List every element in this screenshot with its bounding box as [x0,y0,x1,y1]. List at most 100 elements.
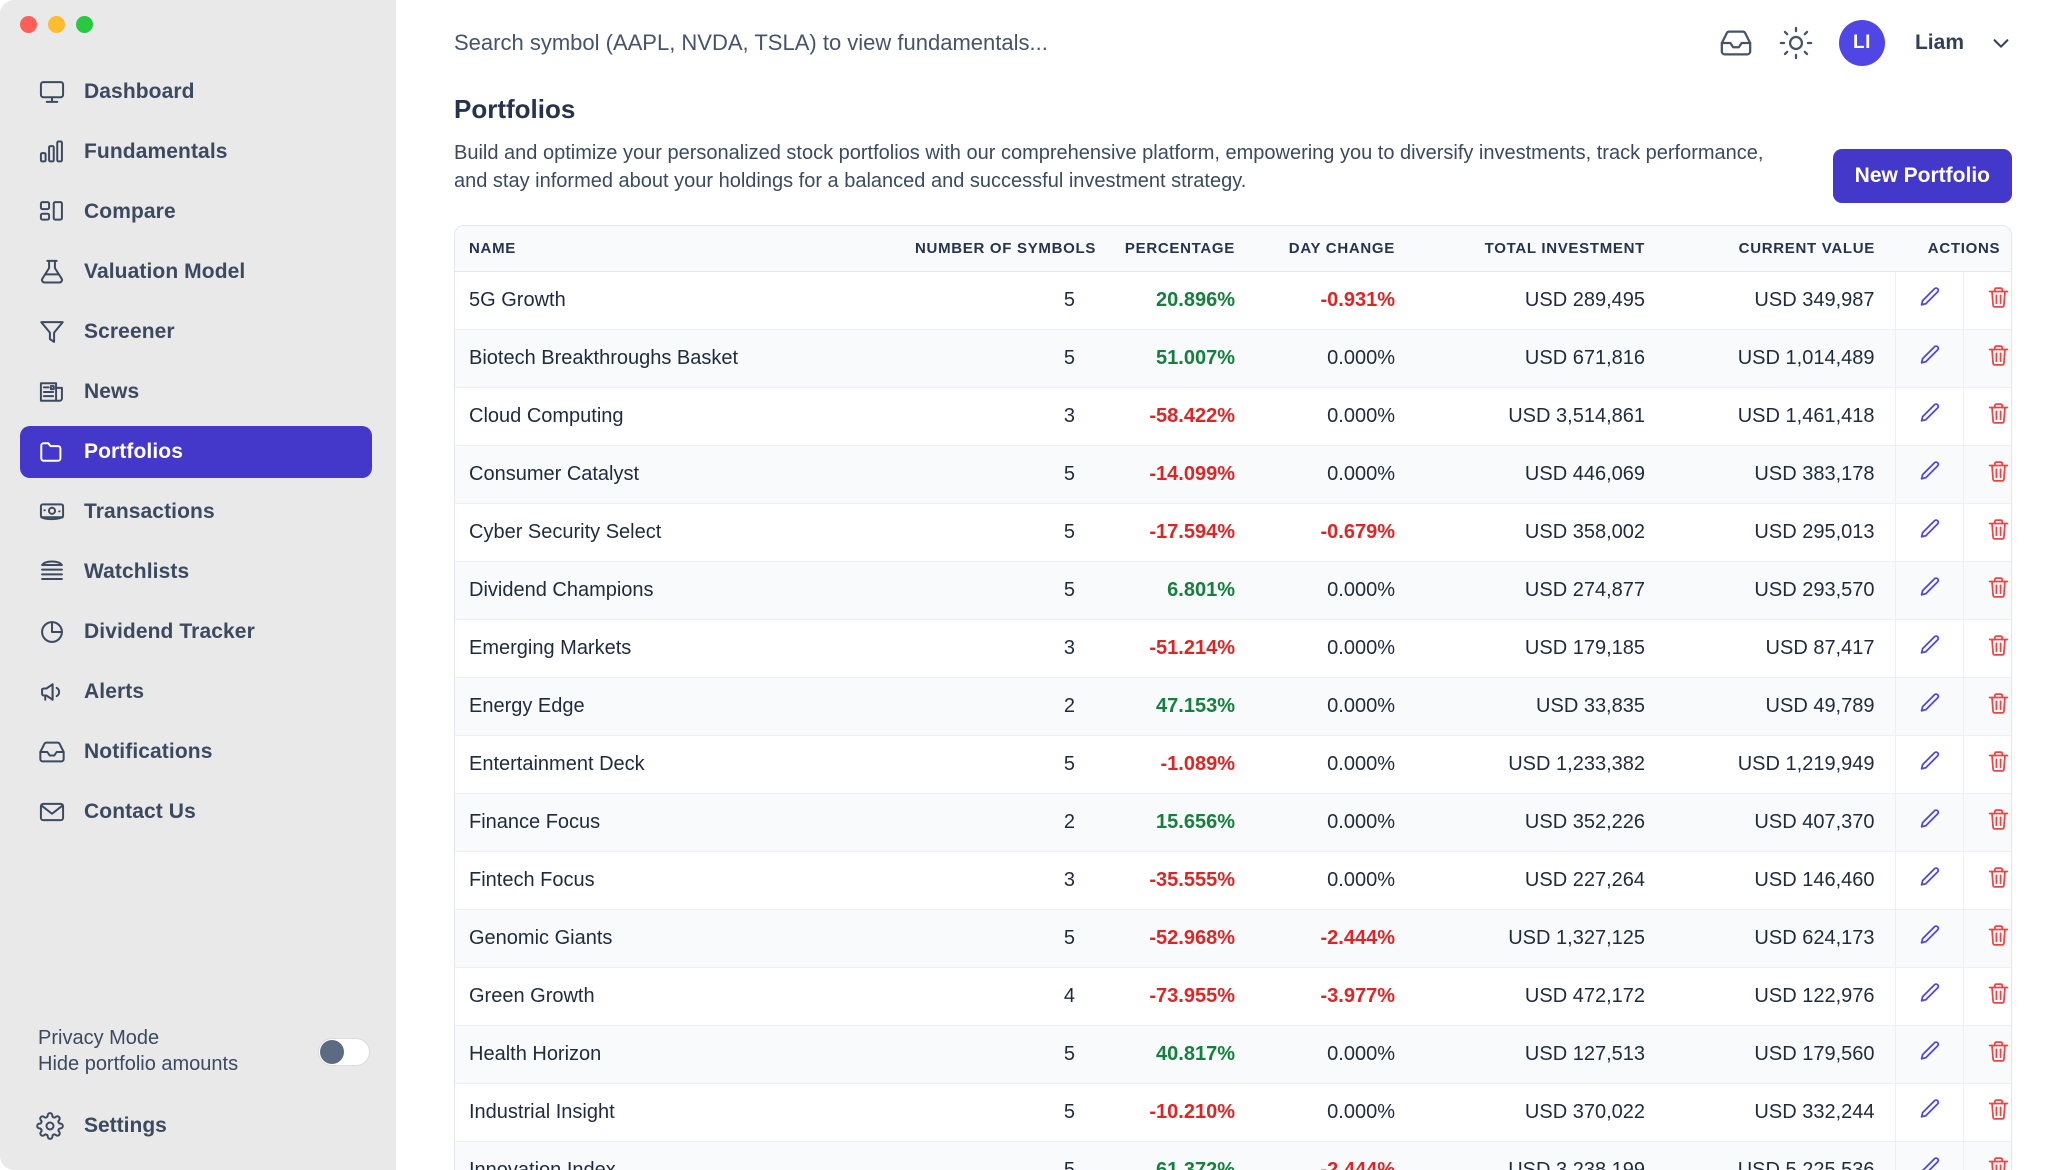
pencil-icon[interactable] [1917,807,1942,832]
portfolio-name-link[interactable]: 5G Growth [455,271,915,330]
sidebar-item-alerts[interactable]: Alerts [20,666,372,718]
sidebar-item-contact-us[interactable]: Contact Us [20,786,372,838]
chevron-down-icon[interactable] [1990,32,2012,54]
pencil-icon[interactable] [1917,575,1942,600]
trash-icon[interactable] [1986,633,2011,658]
pencil-icon[interactable] [1917,401,1942,426]
trash-icon[interactable] [1986,575,2011,600]
pencil-icon[interactable] [1917,691,1942,716]
cell-delete-action [1962,1025,2011,1084]
pencil-icon[interactable] [1917,285,1942,310]
pencil-icon[interactable] [1917,1155,1942,1170]
portfolio-name-link[interactable]: Green Growth [455,967,915,1026]
close-window-button[interactable] [20,16,37,33]
sidebar-item-dashboard[interactable]: Dashboard [20,66,372,118]
pencil-icon[interactable] [1917,1039,1942,1064]
trash-icon[interactable] [1986,691,2011,716]
sidebar-item-fundamentals[interactable]: Fundamentals [20,126,372,178]
trash-icon[interactable] [1986,401,2011,426]
column-header-day-change[interactable]: DAY CHANGE [1255,226,1415,272]
trash-icon[interactable] [1986,749,2011,774]
cell-percentage: -52.968% [1095,909,1255,968]
sidebar-item-label: Fundamentals [84,140,228,163]
trash-icon[interactable] [1986,981,2011,1006]
inbox-icon[interactable] [1719,26,1753,60]
zoom-window-button[interactable] [76,16,93,33]
cell-day-change: 0.000% [1255,1025,1415,1084]
pencil-icon[interactable] [1917,459,1942,484]
cell-current-value: USD 1,014,489 [1665,329,1895,388]
sidebar-item-watchlists[interactable]: Watchlists [20,546,372,598]
portfolio-name-link[interactable]: Finance Focus [455,793,915,852]
pencil-icon[interactable] [1917,633,1942,658]
portfolio-name-link[interactable]: Emerging Markets [455,619,915,678]
sidebar: Dashboard Fundamentals Compare Valuation Mo… [0,0,396,1170]
trash-icon[interactable] [1986,459,2011,484]
sidebar-item-settings[interactable]: Settings [36,1112,370,1140]
trash-icon[interactable] [1986,807,2011,832]
trash-icon[interactable] [1986,343,2011,368]
trash-icon[interactable] [1986,285,2011,310]
sidebar-item-news[interactable]: News [20,366,372,418]
compare-blocks-icon [38,198,66,226]
cell-number-of-symbols: 5 [915,329,1095,388]
main-area: LI Liam Portfolios Build and optimize yo… [396,0,2048,1170]
pencil-icon[interactable] [1917,865,1942,890]
portfolio-name-link[interactable]: Health Horizon [455,1025,915,1084]
minimize-window-button[interactable] [48,16,65,33]
cell-total-investment: USD 352,226 [1415,793,1665,852]
portfolio-name-link[interactable]: Entertainment Deck [455,735,915,794]
column-header-percentage[interactable]: PERCENTAGE [1095,226,1255,272]
trash-icon[interactable] [1986,865,2011,890]
table-row: Industrial Insight 5 -10.210% 0.000% USD 370… [455,1083,2011,1142]
column-header-name[interactable]: NAME [455,226,915,272]
trash-icon[interactable] [1986,1097,2011,1122]
table-body: 5G Growth 5 20.896% -0.931% USD 289,495 USD 3… [455,271,2011,1170]
sidebar-item-transactions[interactable]: Transactions [20,486,372,538]
portfolio-name-link[interactable]: Cyber Security Select [455,503,915,562]
pencil-icon[interactable] [1917,343,1942,368]
search-input[interactable] [454,30,1699,56]
table-head: NAME NUMBER OF SYMBOLS PERCENTAGE DAY CH… [455,226,2011,272]
column-header-current-value[interactable]: CURRENT VALUE [1665,226,1895,272]
avatar[interactable]: LI [1838,20,1885,66]
portfolio-name-link[interactable]: Genomic Giants [455,909,915,968]
column-header-total-investment[interactable]: TOTAL INVESTMENT [1415,226,1665,272]
sidebar-item-screener[interactable]: Screener [20,306,372,358]
inbox-icon [38,738,66,766]
new-portfolio-button[interactable]: New Portfolio [1832,149,2012,203]
pencil-icon[interactable] [1917,981,1942,1006]
trash-icon[interactable] [1986,517,2011,542]
pencil-icon[interactable] [1917,749,1942,774]
pencil-icon[interactable] [1917,1097,1942,1122]
cell-total-investment: USD 227,264 [1415,851,1665,910]
portfolio-name-link[interactable]: Fintech Focus [455,851,915,910]
portfolio-name-link[interactable]: Consumer Catalyst [455,445,915,504]
sidebar-item-notifications[interactable]: Notifications [20,726,372,778]
trash-icon[interactable] [1986,1039,2011,1064]
portfolio-name-link[interactable]: Innovation Index [455,1141,915,1170]
table-row: Dividend Champions 5 6.801% 0.000% USD 274,8… [455,561,2011,620]
sun-icon[interactable] [1779,26,1813,60]
cell-current-value: USD 5,225,536 [1665,1141,1895,1170]
sidebar-item-portfolios[interactable]: Portfolios [20,426,372,478]
portfolio-name-link[interactable]: Dividend Champions [455,561,915,620]
sidebar-item-valuation-model[interactable]: Valuation Model [20,246,372,298]
portfolio-name-link[interactable]: Energy Edge [455,677,915,736]
cell-delete-action [1962,619,2011,678]
user-name-label[interactable]: Liam [1915,31,1964,55]
sidebar-item-compare[interactable]: Compare [20,186,372,238]
trash-icon[interactable] [1986,923,2011,948]
sidebar-item-dividend-tracker[interactable]: Dividend Tracker [20,606,372,658]
portfolio-name-link[interactable]: Industrial Insight [455,1083,915,1142]
privacy-mode-toggle[interactable] [318,1037,370,1066]
table-row: Cyber Security Select 5 -17.594% -0.679% USD… [455,503,2011,562]
pencil-icon[interactable] [1917,517,1942,542]
column-header-number-of-symbols[interactable]: NUMBER OF SYMBOLS [915,226,1095,272]
pencil-icon[interactable] [1917,923,1942,948]
cell-delete-action [1962,1083,2011,1142]
trash-icon[interactable] [1986,1155,2011,1170]
portfolio-name-link[interactable]: Biotech Breakthroughs Basket [455,329,915,388]
cell-current-value: USD 407,370 [1665,793,1895,852]
portfolio-name-link[interactable]: Cloud Computing [455,387,915,446]
